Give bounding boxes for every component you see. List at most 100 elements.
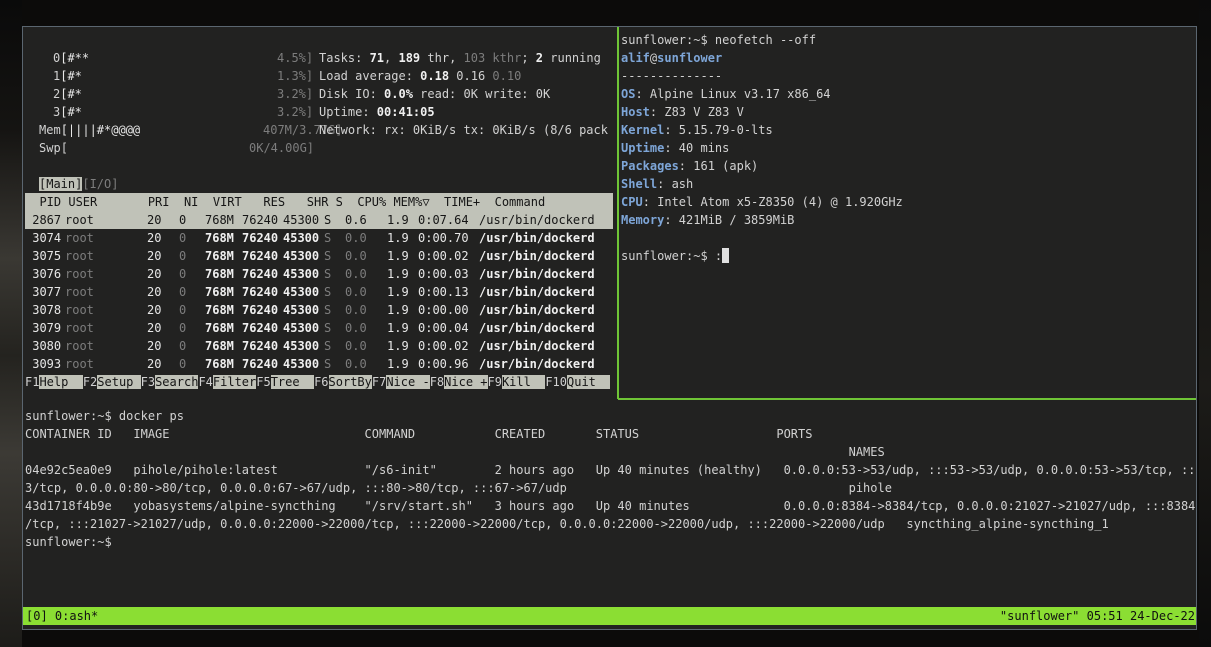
process-pri: 20: [147, 267, 162, 281]
process-res: 76240: [242, 285, 279, 299]
pane-divider-vertical[interactable]: [617, 27, 619, 399]
docker-output-line: 43d1718f4b9e yobasystems/alpine-syncthin…: [25, 499, 1197, 513]
process-s: S: [324, 285, 332, 299]
process-res: 76240: [242, 357, 279, 371]
process-pid: 3093: [25, 357, 62, 371]
fkey-4-button[interactable]: Filter: [212, 375, 257, 389]
process-res: 76240: [242, 231, 279, 245]
terminal-window[interactable]: 0[#** 4.5%] 1[#* 1.3%] 2[#* 3.2%] 3[#* 3…: [22, 26, 1197, 630]
process-time: 0:00.13: [418, 285, 469, 299]
process-pid: 2867: [25, 213, 62, 227]
cpu-meter-2-value: 3.2%]: [277, 87, 314, 101]
process-pid: 3075: [25, 249, 62, 263]
tmux-status-bar: [0] 0:ash* "sunflower" 05:51 24-Dec-22: [23, 607, 1196, 625]
tab-io[interactable]: [I/O]: [82, 177, 118, 191]
process-time: 0:00.00: [418, 303, 469, 317]
process-user: root: [65, 339, 94, 353]
process-cpu: 0.0: [345, 303, 367, 317]
neofetch-field-value: : ash: [657, 177, 694, 191]
process-cpu: 0.0: [345, 231, 367, 245]
neofetch-field-value: : 40 mins: [664, 141, 730, 155]
neofetch-field-key: CPU: [621, 195, 643, 209]
process-pri: 20: [147, 213, 162, 227]
neofetch-field-key: Shell: [621, 177, 658, 191]
process-mem: 1.9: [387, 321, 409, 335]
process-ni: 0: [179, 213, 187, 227]
process-s: S: [324, 249, 332, 263]
process-virt: 768M: [205, 303, 234, 317]
fkey-8-button[interactable]: Nice +: [444, 375, 488, 389]
mem-meter: Mem[||||#*@@@@: [39, 123, 141, 137]
process-shr: 45300: [283, 267, 320, 281]
fkey-10-button[interactable]: Quit: [567, 375, 611, 389]
fkey-3-key: F3: [140, 375, 156, 389]
process-mem: 1.9: [387, 303, 409, 317]
process-pid: 3080: [25, 339, 62, 353]
process-cpu: 0.0: [345, 357, 367, 371]
process-s: S: [324, 267, 332, 281]
tasks-meter: Tasks: 71, 189 thr, 103 kthr; 2 running: [319, 51, 601, 65]
process-res: 76240: [242, 303, 279, 317]
process-row[interactable]: 3074 root 20 0 768M 76240 45300 S 0.0 1.9 0:00.70 /…: [25, 229, 613, 247]
process-virt: 768M: [205, 357, 234, 371]
fkey-9-button[interactable]: Kill: [501, 375, 546, 389]
tmux-window-list[interactable]: [0] 0:ash*: [26, 607, 98, 625]
process-pid: 3079: [25, 321, 62, 335]
process-row[interactable]: 3076 root 20 0 768M 76240 45300 S 0.0 1.9 0:00.03 /…: [25, 265, 613, 283]
process-time: 0:00.02: [418, 249, 469, 263]
process-mem: 1.9: [387, 267, 409, 281]
neofetch-field-value: : Intel Atom x5-Z8350 (4) @ 1.920GHz: [642, 195, 903, 209]
fkey-7-button[interactable]: Nice -: [386, 375, 430, 389]
swap-meter-value: 0K/4.00G]: [249, 141, 315, 155]
neofetch-field: Shell: ash: [621, 175, 693, 193]
fkey-2-key: F2: [82, 375, 98, 389]
process-res: 76240: [242, 321, 279, 335]
process-ni: 0: [179, 231, 187, 245]
process-row[interactable]: 3080 root 20 0 768M 76240 45300 S 0.0 1.9 0:00.02 /…: [25, 337, 613, 355]
shell-prompt[interactable]: sunflower:~$ :: [621, 247, 730, 265]
process-shr: 45300: [283, 249, 320, 263]
process-cmd: /usr/bin/dockerd: [479, 285, 595, 299]
process-cmd: /usr/bin/dockerd: [479, 249, 595, 263]
process-ni: 0: [179, 285, 187, 299]
fkey-5-key: F5: [256, 375, 271, 389]
process-pri: 20: [147, 339, 162, 353]
fkey-6-button[interactable]: SortBy: [328, 375, 372, 389]
process-shr: 45300: [283, 339, 320, 353]
tab-main[interactable]: [Main]: [39, 177, 83, 191]
process-shr: 45300: [283, 213, 320, 227]
process-s: S: [324, 231, 332, 245]
process-pri: 20: [147, 321, 162, 335]
process-ni: 0: [179, 303, 187, 317]
process-time: 0:00.03: [418, 267, 469, 281]
fkey-2-button[interactable]: Setup: [97, 375, 141, 389]
process-row[interactable]: 3079 root 20 0 768M 76240 45300 S 0.0 1.9 0:00.04 /…: [25, 319, 613, 337]
process-time: 0:07.64: [418, 213, 469, 227]
process-cpu: 0.0: [345, 321, 367, 335]
docker-output-line: 3/tcp, 0.0.0.0:80->80/tcp, 0.0.0.0:67->6…: [25, 481, 892, 495]
neofetch-field-key: Uptime: [621, 141, 665, 155]
fkey-3-button[interactable]: Search: [155, 375, 199, 389]
process-row[interactable]: 3077 root 20 0 768M 76240 45300 S 0.0 1.9 0:00.13 /…: [25, 283, 613, 301]
process-s: S: [324, 357, 332, 371]
process-table-header[interactable]: PID USER PRI NI VIRT RES SHR S CPU% MEM%…: [25, 193, 613, 211]
process-row[interactable]: 3093 root 20 0 768M 76240 45300 S 0.0 1.9 0:00.96 /…: [25, 355, 613, 373]
process-pri: 20: [147, 231, 162, 245]
process-row[interactable]: 2867 root 20 0 768M 76240 45300 S 0.6 1.9 0:07.64 /…: [25, 211, 613, 229]
process-virt: 768M: [205, 213, 234, 227]
fkey-1-button[interactable]: Help: [39, 375, 83, 389]
neofetch-title: alif@sunflower: [621, 51, 723, 65]
htop-tabs: [Main][I/O]: [39, 175, 118, 193]
load-average-meter: Load average: 0.18 0.16 0.10: [319, 69, 522, 83]
process-pid: 3077: [25, 285, 62, 299]
docker-output-line: NAMES: [25, 445, 885, 459]
pane-divider-horizontal[interactable]: [618, 398, 1196, 400]
fkey-5-button[interactable]: Tree: [270, 375, 315, 389]
process-row[interactable]: 3078 root 20 0 768M 76240 45300 S 0.0 1.9 0:00.00 /…: [25, 301, 613, 319]
fkey-10-key: F10: [545, 375, 567, 389]
process-shr: 45300: [283, 357, 320, 371]
shell-prompt-line: sunflower:~$: [25, 535, 112, 549]
process-row[interactable]: 3075 root 20 0 768M 76240 45300 S 0.0 1.9 0:00.02 /…: [25, 247, 613, 265]
process-virt: 768M: [205, 249, 234, 263]
process-ni: 0: [179, 249, 187, 263]
